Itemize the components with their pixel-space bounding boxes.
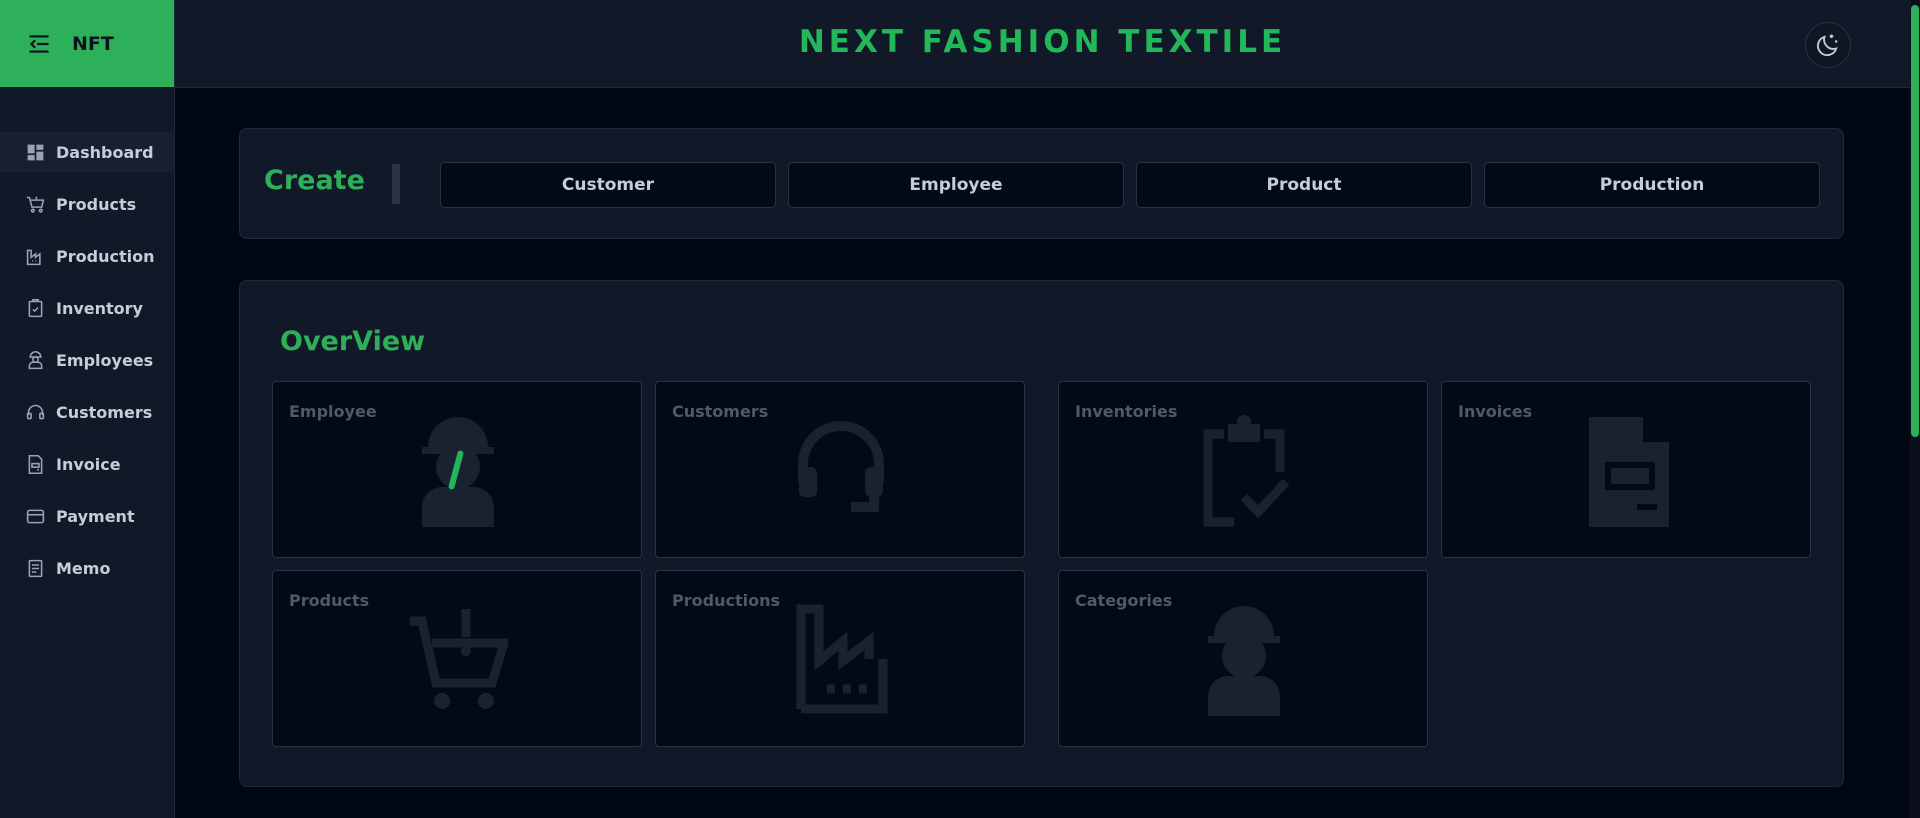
theme-toggle-button[interactable] xyxy=(1805,22,1851,68)
sidebar-item-label: Production xyxy=(56,246,155,266)
create-product-button[interactable]: Product xyxy=(1136,162,1472,208)
memo-icon xyxy=(28,559,43,577)
card-label: Inventories xyxy=(1075,402,1178,421)
sidebar-item-label: Dashboard xyxy=(56,142,154,162)
site-title: NEXT FASHION TEXTILE xyxy=(798,24,1287,60)
sidebar-item-label: Memo xyxy=(56,558,111,578)
sidebar-item-customers[interactable]: Customers xyxy=(0,392,174,432)
overview-title: OverView xyxy=(280,326,426,357)
overview-card-categories[interactable]: Categories xyxy=(1058,570,1428,747)
sidebar-item-label: Inventory xyxy=(56,298,143,318)
document-icon xyxy=(1589,417,1669,527)
create-production-button[interactable]: Production xyxy=(1484,162,1820,208)
scrollbar-thumb[interactable] xyxy=(1911,5,1919,437)
sidebar-item-payment[interactable]: Payment xyxy=(0,496,174,536)
moon-stars-icon xyxy=(1816,34,1838,57)
sidebar-item-label: Payment xyxy=(56,506,135,526)
sidebar-nav: Dashboard Products Production Inventory … xyxy=(0,132,174,588)
overview-card-customers[interactable]: Customers xyxy=(655,381,1025,558)
headset-icon xyxy=(26,404,45,419)
headset-icon xyxy=(798,421,884,512)
menu-collapse-icon[interactable] xyxy=(26,31,52,57)
worker-icon xyxy=(28,350,43,369)
overview-card-productions[interactable]: Productions xyxy=(655,570,1025,747)
overview-card-inventories[interactable]: Inventories xyxy=(1058,381,1428,558)
sidebar-item-label: Employees xyxy=(56,350,154,370)
clipboard-check-icon xyxy=(28,298,43,317)
sidebar: NFT Dashboard Products Production Invent… xyxy=(0,0,175,818)
create-title: Create xyxy=(264,165,365,196)
worker-icon xyxy=(1208,606,1280,716)
sidebar-item-label: Products xyxy=(56,194,137,214)
card-label: Categories xyxy=(1075,591,1173,610)
overview-card-products[interactable]: Products xyxy=(272,570,642,747)
cart-icon xyxy=(26,196,45,213)
brand-label: NFT xyxy=(72,32,114,55)
dashboard-icon xyxy=(27,144,44,160)
page-scrollbar[interactable] xyxy=(1910,0,1920,818)
card-label: Productions xyxy=(672,591,780,610)
card-label: Products xyxy=(289,591,370,610)
create-customer-button[interactable]: Customer xyxy=(440,162,776,208)
sidebar-item-invoice[interactable]: Invoice xyxy=(0,444,174,484)
sidebar-item-employees[interactable]: Employees xyxy=(0,340,174,380)
card-label: Employee xyxy=(289,402,377,421)
overview-card-invoices[interactable]: Invoices xyxy=(1441,381,1811,558)
top-bar: NEXT FASHION TEXTILE xyxy=(175,0,1910,88)
card-icon xyxy=(26,509,45,523)
brand-header: NFT xyxy=(0,0,174,87)
overview-card-employee[interactable]: Employee xyxy=(272,381,642,558)
overview-panel: OverView Employee Customers Inventories xyxy=(239,280,1844,787)
factory-icon xyxy=(796,604,888,714)
create-employee-button[interactable]: Employee xyxy=(788,162,1124,208)
card-label: Invoices xyxy=(1458,402,1533,421)
factory-icon xyxy=(26,249,41,265)
cart-icon xyxy=(410,609,508,709)
sidebar-item-label: Invoice xyxy=(56,454,121,474)
sidebar-item-products[interactable]: Products xyxy=(0,184,174,224)
sidebar-item-label: Customers xyxy=(56,402,153,422)
sidebar-item-production[interactable]: Production xyxy=(0,236,174,276)
sidebar-item-inventory[interactable]: Inventory xyxy=(0,288,174,328)
clipboard-check-icon xyxy=(1203,415,1290,527)
create-divider xyxy=(392,164,400,204)
sidebar-item-dashboard[interactable]: Dashboard xyxy=(0,132,174,172)
document-icon xyxy=(28,454,43,474)
sidebar-item-memo[interactable]: Memo xyxy=(0,548,174,588)
card-label: Customers xyxy=(672,402,769,421)
create-panel: Create Customer Employee Product Product… xyxy=(239,128,1844,239)
